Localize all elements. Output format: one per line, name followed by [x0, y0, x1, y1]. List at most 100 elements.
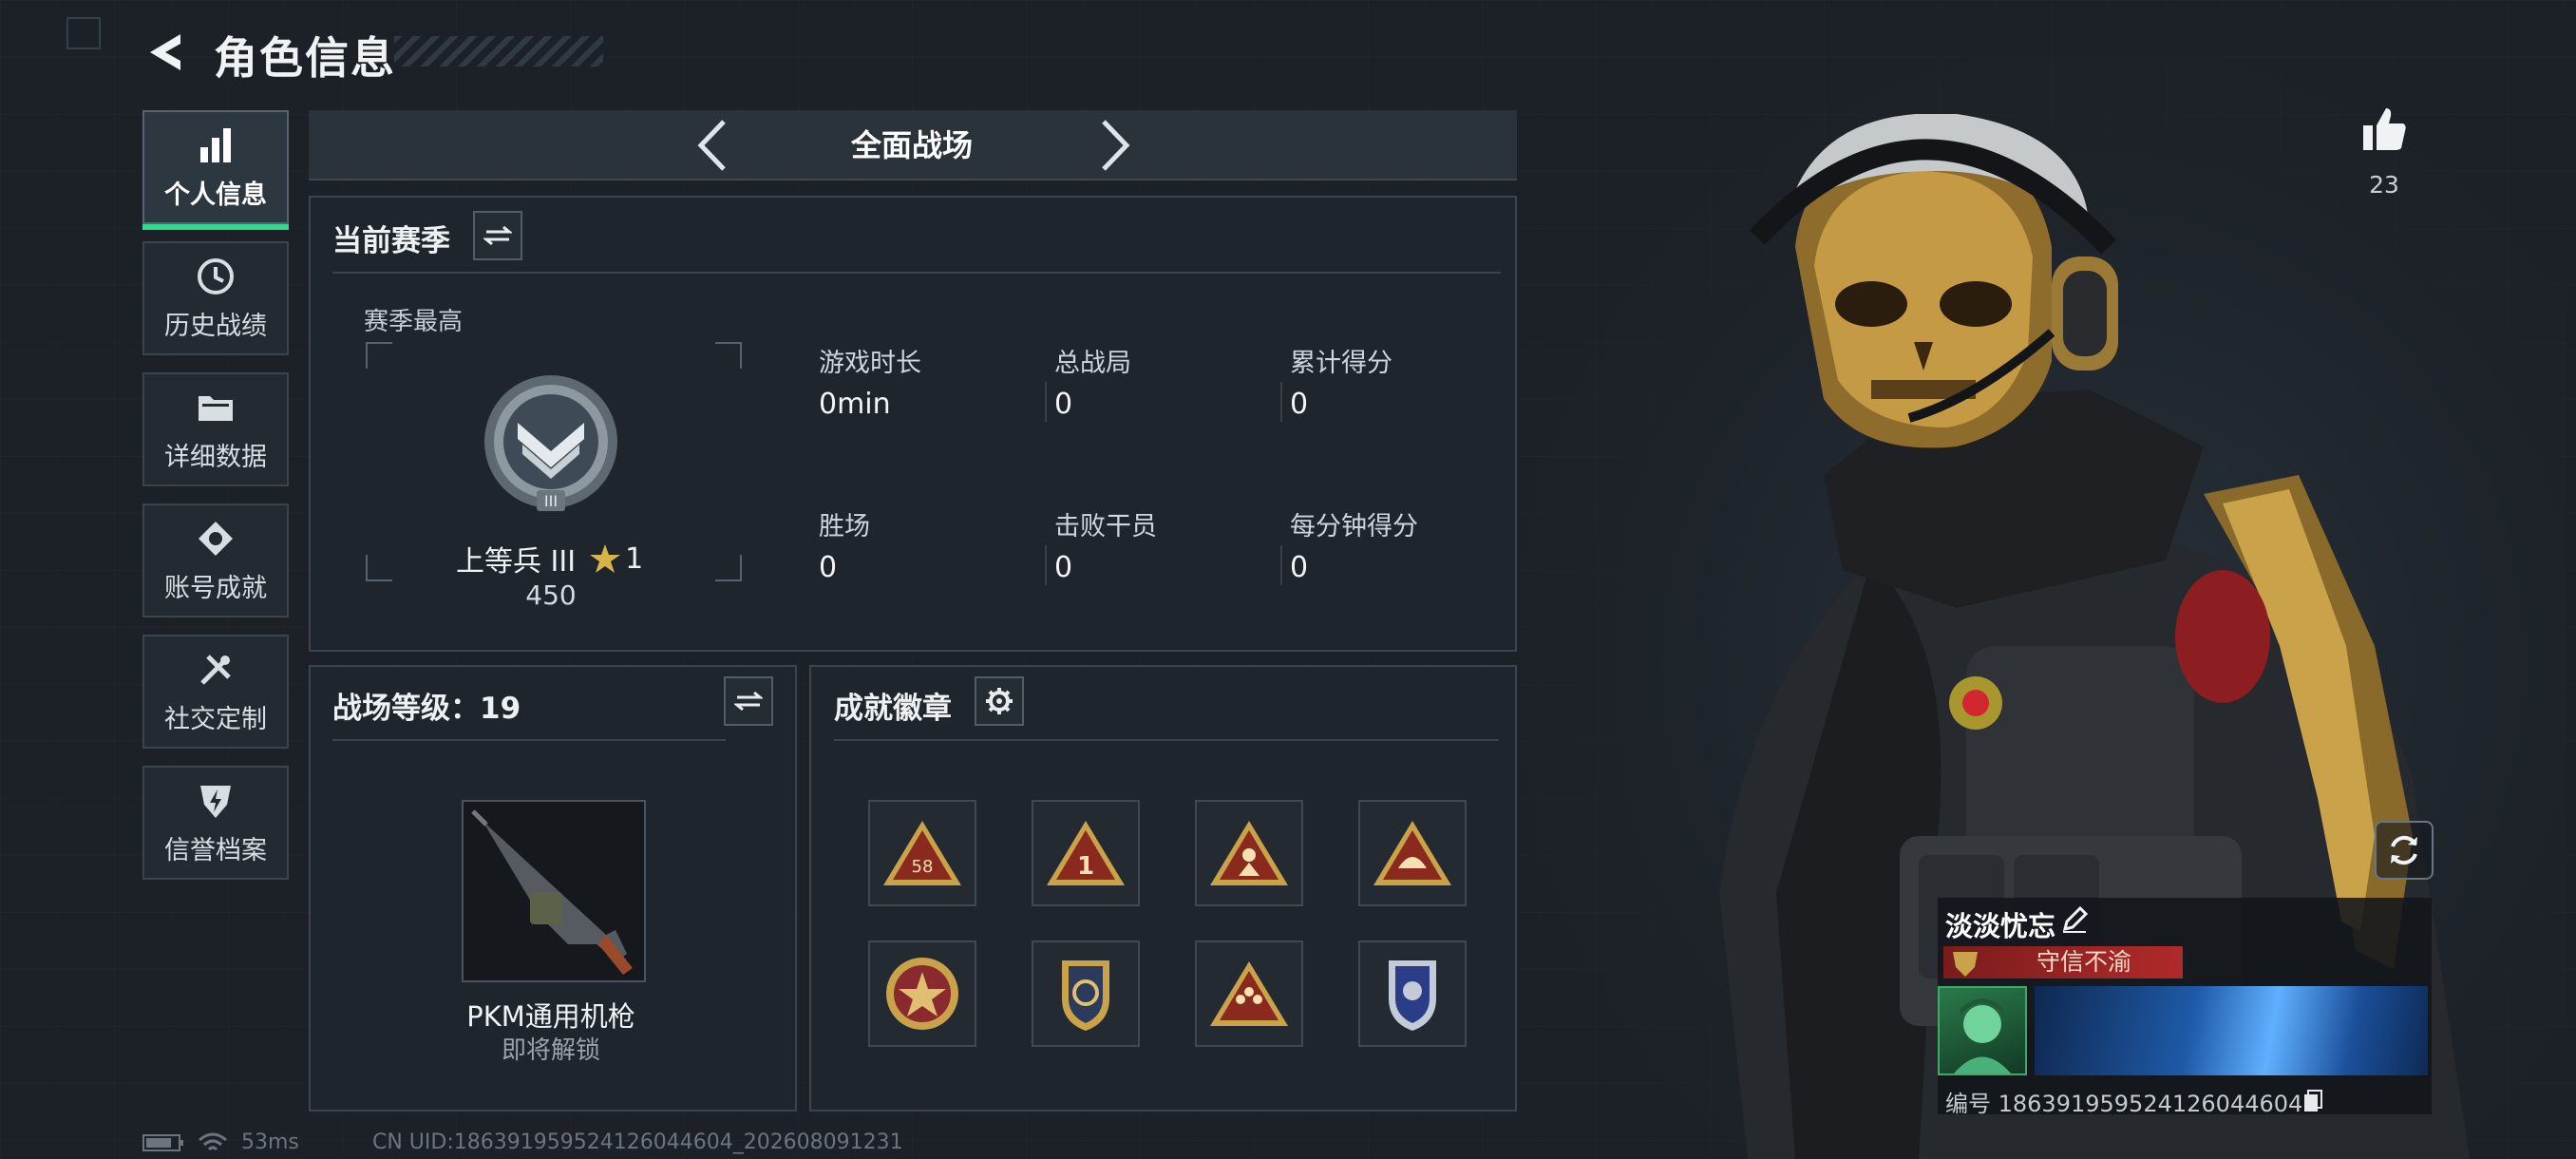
player-banner[interactable]: [2035, 986, 2428, 1075]
player-name: 淡淡忧忘: [1945, 910, 2056, 942]
shield-bolt-icon: [200, 785, 231, 818]
sidebar-item-label: 详细数据: [164, 442, 267, 472]
battlefield-divider: [332, 739, 726, 741]
achievement-badge[interactable]: [1195, 800, 1303, 906]
stat-label: 击败干员: [1054, 512, 1157, 542]
achievement-badge[interactable]: 1: [1032, 800, 1140, 906]
ping-value: 53ms: [241, 1130, 299, 1154]
stat-label: 游戏时长: [819, 349, 921, 378]
stat-value: 0min: [819, 388, 891, 421]
machine-gun-icon: [471, 809, 633, 975]
bar-chart-icon: [200, 127, 231, 162]
tools-icon: [200, 654, 231, 685]
stat-separator: [1045, 545, 1047, 585]
stat-value: 0: [819, 551, 838, 584]
wifi-icon: [199, 1132, 227, 1150]
rank-points: 450: [525, 580, 577, 611]
shield-wing-badge-icon: [1062, 960, 1109, 1031]
stat-label: 总战局: [1054, 349, 1131, 378]
stat-separator: [1280, 382, 1282, 422]
title-decoration: [394, 36, 603, 66]
gear-icon: [986, 688, 1013, 714]
honor-emblem-icon: [1953, 952, 1978, 977]
rank-name-row: 上等兵 III 1: [456, 538, 643, 580]
achievement-badge[interactable]: [1358, 800, 1467, 906]
rank-stars: 1: [625, 542, 644, 576]
player-id: 编号 186391959524126044604: [1945, 1091, 2303, 1117]
sidebar-item-label: 历史战绩: [164, 311, 267, 341]
battlefield-level-switch-button[interactable]: [724, 676, 773, 726]
chevron-right-icon[interactable]: [1096, 116, 1134, 175]
battlefield-level-title: 战场等级：19: [332, 692, 521, 726]
sidebar-item-label: 账号成就: [164, 573, 267, 603]
triangle-badge-1-icon: 1: [1047, 821, 1125, 885]
triangle-badge-helmet-icon: [1373, 821, 1451, 885]
thumbs-up-icon[interactable]: [2359, 104, 2409, 154]
sidebar-item-label: 信誉档案: [164, 835, 267, 865]
achievement-badge[interactable]: [1358, 940, 1467, 1047]
back-arrow-icon[interactable]: [142, 28, 188, 76]
avatar-portrait-icon: [1954, 998, 2011, 1074]
triangle-badge-58-icon: 58: [883, 821, 961, 885]
season-best-label: 赛季最高: [364, 308, 464, 336]
season-divider: [332, 272, 1501, 274]
sidebar-item-label: 个人信息: [164, 180, 267, 210]
swap-icon: [734, 691, 763, 712]
refresh-button[interactable]: [2375, 821, 2434, 880]
stat-label: 胜场: [819, 512, 870, 542]
sidebar-item-personal-info[interactable]: 个人信息: [142, 110, 289, 230]
stat-label: 每分钟得分: [1290, 512, 1418, 542]
sidebar-item-credit-record[interactable]: 信誉档案: [142, 766, 289, 880]
star-icon: [590, 544, 621, 573]
achievements-divider: [834, 739, 1499, 741]
rank-name: 上等兵 III: [456, 545, 577, 579]
rank-emblem-icon: III: [484, 375, 617, 511]
honor-title: 守信不渝: [2036, 948, 2131, 976]
svg-text:58: 58: [912, 857, 934, 877]
sidebar-item-account-achievements[interactable]: 账号成就: [142, 504, 289, 618]
achievement-badge[interactable]: [1195, 940, 1303, 1047]
stat-value: 0: [1290, 551, 1309, 584]
refresh-icon: [2391, 835, 2417, 865]
achievement-badge[interactable]: [1032, 940, 1140, 1047]
medal-icon: [199, 521, 233, 556]
avatar[interactable]: [1938, 986, 2027, 1075]
corner-marker: [66, 17, 101, 49]
achievements-title: 成就徽章: [834, 692, 952, 726]
sidebar-item-label: 社交定制: [164, 704, 267, 734]
status-bar: 53ms: [142, 1130, 299, 1154]
triangle-badge-soldier-icon: [1210, 821, 1288, 885]
history-clock-icon: [198, 257, 234, 294]
mode-label: 全面战场: [850, 127, 973, 163]
folder-icon: [199, 395, 233, 421]
weapon-thumbnail[interactable]: [462, 800, 646, 982]
copy-icon[interactable]: [2302, 1089, 2323, 1113]
swap-icon: [483, 225, 512, 246]
sidebar-item-social-custom[interactable]: 社交定制: [142, 635, 289, 749]
stat-label: 累计得分: [1290, 349, 1392, 378]
triangle-badge-squad-icon: [1210, 961, 1288, 1026]
stat-value: 0: [1054, 551, 1073, 584]
season-title: 当前赛季: [332, 224, 450, 258]
chevron-left-icon[interactable]: [693, 116, 731, 175]
weapon-name: PKM通用机枪: [466, 1000, 635, 1033]
sidebar-item-detailed-data[interactable]: 详细数据: [142, 372, 289, 486]
stat-separator: [1280, 545, 1282, 585]
battery-icon: [142, 1133, 183, 1151]
uid-text: CN UID:186391959524126044604_20260809123…: [372, 1130, 903, 1154]
svg-text:III: III: [544, 492, 558, 510]
like-count: 23: [2369, 171, 2399, 199]
stat-separator: [1045, 382, 1047, 422]
stat-value: 0: [1290, 388, 1309, 421]
achievement-badge[interactable]: 58: [868, 800, 976, 906]
sidebar-item-match-history[interactable]: 历史战绩: [142, 241, 289, 355]
blue-shield-badge-icon: [1389, 960, 1436, 1031]
season-switch-button[interactable]: [473, 211, 522, 260]
weapon-status: 即将解锁: [501, 1036, 600, 1065]
achievements-settings-button[interactable]: [975, 676, 1024, 726]
achievement-badge[interactable]: [868, 940, 976, 1047]
page-title: 角色信息: [214, 32, 396, 84]
stat-value: 0: [1054, 388, 1073, 421]
svg-text:1: 1: [1077, 852, 1094, 881]
edit-pencil-icon[interactable]: [2059, 904, 2090, 935]
